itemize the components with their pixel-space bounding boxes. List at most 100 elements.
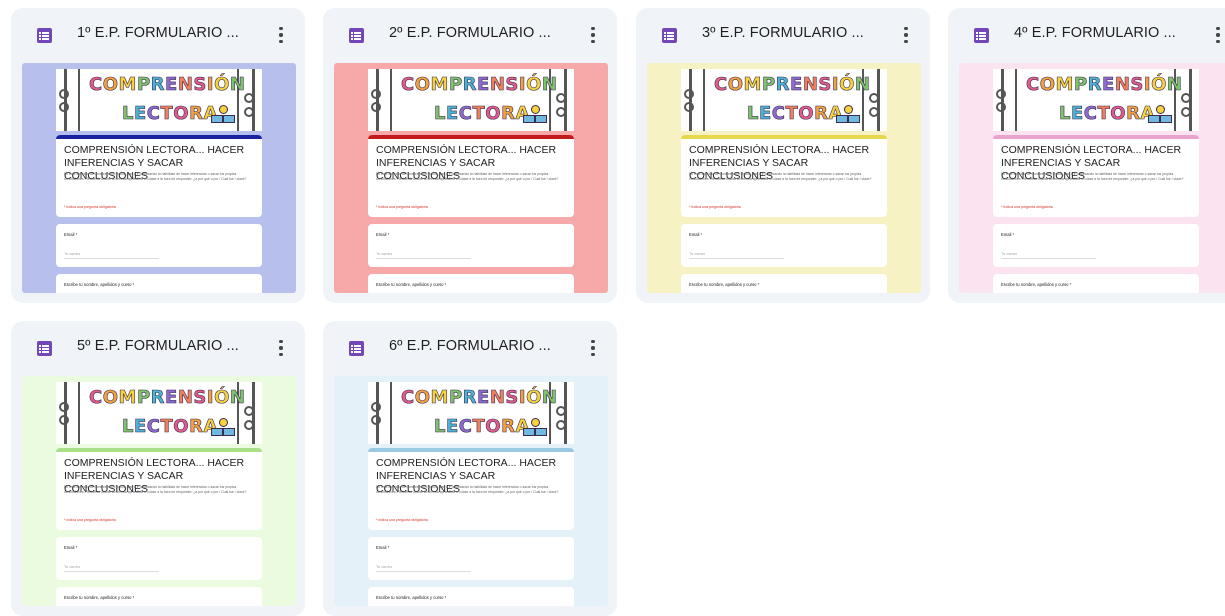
file-card-header[interactable]: 1º E.P. FORMULARIO ... [11,8,305,62]
name-label: Escribe tu nombre, apellidos y curso * [376,282,447,287]
form-title-section: COMPRENSIÓN LECTORA... HACER INFERENCIAS… [56,448,262,530]
form-title-section: COMPRENSIÓN LECTORA... HACER INFERENCIAS… [368,448,574,530]
form-thumbnail[interactable]: COMPRENSIÓN LECTORA COMPRENSIÓN LECTORA.… [647,63,921,293]
name-question: Escribe tu nombre, apellidos y curso * [368,587,574,606]
email-question: Email * Tu correo [56,537,262,580]
form-header-image: COMPRENSIÓN LECTORA [368,69,574,131]
name-question: Escribe tu nombre, apellidos y curso * [993,274,1199,293]
file-title: 3º E.P. FORMULARIO ... [702,25,864,41]
banner-word-lectora: LECTORA [122,103,218,125]
more-vert-icon[interactable] [1208,24,1225,46]
banner-word-comprension: COMPRENSIÓN [714,74,871,96]
form-description: En este ejercicio de Comprensión lectora… [1001,172,1184,181]
book-icon [211,418,235,436]
form-description: En este ejercicio de Comprensión lectora… [64,172,247,181]
more-vert-icon[interactable] [271,337,291,359]
form-title-section: COMPRENSIÓN LECTORA... HACER INFERENCIAS… [368,135,574,217]
email-question: Email * Tu correo [368,224,574,267]
form-header-image: COMPRENSIÓN LECTORA [56,382,262,444]
email-question: Email * Tu correo [681,224,887,267]
google-forms-icon [349,341,364,356]
form-thumbnail[interactable]: COMPRENSIÓN LECTORA COMPRENSIÓN LECTORA.… [334,376,608,606]
more-vert-icon[interactable] [896,24,916,46]
name-question: Escribe tu nombre, apellidos y curso * [56,274,262,293]
file-card-4[interactable]: 4º E.P. FORMULARIO ... COMPRENSIÓN LECTO… [948,8,1225,303]
file-card-1[interactable]: 1º E.P. FORMULARIO ... COMPRENSIÓN LECTO… [11,8,305,303]
email-placeholder: Tu correo [376,565,393,569]
banner-word-comprension: COMPRENSIÓN [401,387,558,409]
google-forms-icon [662,28,677,43]
more-vert-icon[interactable] [271,24,291,46]
file-title: 1º E.P. FORMULARIO ... [77,25,239,41]
form-description: En este ejercicio de Comprensión lectora… [376,485,559,494]
file-title: 4º E.P. FORMULARIO ... [1014,25,1176,41]
file-card-3[interactable]: 3º E.P. FORMULARIO ... COMPRENSIÓN LECTO… [636,8,930,303]
form-description: En este ejercicio de Comprensión lectora… [64,485,247,494]
required-note: * Indica una pregunta obligatoria [64,518,116,522]
name-label: Escribe tu nombre, apellidos y curso * [1001,282,1072,287]
form-header-image: COMPRENSIÓN LECTORA [993,69,1199,131]
name-question: Escribe tu nombre, apellidos y curso * [681,274,887,293]
file-title: 5º E.P. FORMULARIO ... [77,338,239,354]
email-label: Email * [376,232,390,237]
book-icon [523,418,547,436]
form-header-image: COMPRENSIÓN LECTORA [368,382,574,444]
form-thumbnail[interactable]: COMPRENSIÓN LECTORA COMPRENSIÓN LECTORA.… [22,376,296,606]
google-forms-icon [37,28,52,43]
form-description: En este ejercicio de Comprensión lectora… [376,172,559,181]
name-label: Escribe tu nombre, apellidos y curso * [64,595,135,600]
email-question: Email * Tu correo [56,224,262,267]
form-accent-bar [56,135,262,139]
banner-word-comprension: COMPRENSIÓN [1026,74,1183,96]
more-vert-icon[interactable] [583,24,603,46]
google-forms-icon [37,341,52,356]
required-note: * Indica una pregunta obligatoria [1001,205,1053,209]
file-card-header[interactable]: 6º E.P. FORMULARIO ... [323,321,617,375]
form-title-section: COMPRENSIÓN LECTORA... HACER INFERENCIAS… [993,135,1199,217]
form-thumbnail[interactable]: COMPRENSIÓN LECTORA COMPRENSIÓN LECTORA.… [334,63,608,293]
banner-word-lectora: LECTORA [1059,103,1155,125]
banner-word-lectora: LECTORA [122,416,218,438]
banner-word-lectora: LECTORA [747,103,843,125]
email-placeholder: Tu correo [376,252,393,256]
required-note: * Indica una pregunta obligatoria [376,205,428,209]
banner-word-comprension: COMPRENSIÓN [89,387,246,409]
banner-word-lectora: LECTORA [434,103,530,125]
email-placeholder: Tu correo [64,252,81,256]
banner-word-comprension: COMPRENSIÓN [89,74,246,96]
name-label: Escribe tu nombre, apellidos y curso * [689,282,760,287]
google-forms-icon [349,28,364,43]
banner-word-comprension: COMPRENSIÓN [401,74,558,96]
form-thumbnail[interactable]: COMPRENSIÓN LECTORA COMPRENSIÓN LECTORA.… [959,63,1225,293]
form-accent-bar [368,448,574,452]
file-card-header[interactable]: 4º E.P. FORMULARIO ... [948,8,1225,62]
name-question: Escribe tu nombre, apellidos y curso * [56,587,262,606]
name-label: Escribe tu nombre, apellidos y curso * [64,282,135,287]
file-card-5[interactable]: 5º E.P. FORMULARIO ... COMPRENSIÓN LECTO… [11,321,305,616]
email-question: Email * Tu correo [993,224,1199,267]
form-accent-bar [368,135,574,139]
form-header-image: COMPRENSIÓN LECTORA [681,69,887,131]
form-accent-bar [993,135,1199,139]
form-accent-bar [56,448,262,452]
file-card-header[interactable]: 2º E.P. FORMULARIO ... [323,8,617,62]
form-title-section: COMPRENSIÓN LECTORA... HACER INFERENCIAS… [56,135,262,217]
required-note: * Indica una pregunta obligatoria [376,518,428,522]
email-label: Email * [1001,232,1015,237]
required-note: * Indica una pregunta obligatoria [689,205,741,209]
file-card-2[interactable]: 2º E.P. FORMULARIO ... COMPRENSIÓN LECTO… [323,8,617,303]
name-question: Escribe tu nombre, apellidos y curso * [368,274,574,293]
email-placeholder: Tu correo [1001,252,1018,256]
file-card-header[interactable]: 3º E.P. FORMULARIO ... [636,8,930,62]
email-label: Email * [64,232,78,237]
file-card-6[interactable]: 6º E.P. FORMULARIO ... COMPRENSIÓN LECTO… [323,321,617,616]
email-label: Email * [689,232,703,237]
form-thumbnail[interactable]: COMPRENSIÓN LECTORA COMPRENSIÓN LECTORA.… [22,63,296,293]
more-vert-icon[interactable] [583,337,603,359]
form-title-section: COMPRENSIÓN LECTORA... HACER INFERENCIAS… [681,135,887,217]
file-card-header[interactable]: 5º E.P. FORMULARIO ... [11,321,305,375]
email-placeholder: Tu correo [689,252,706,256]
google-forms-icon [974,28,989,43]
email-label: Email * [376,545,390,550]
book-icon [1148,105,1172,123]
